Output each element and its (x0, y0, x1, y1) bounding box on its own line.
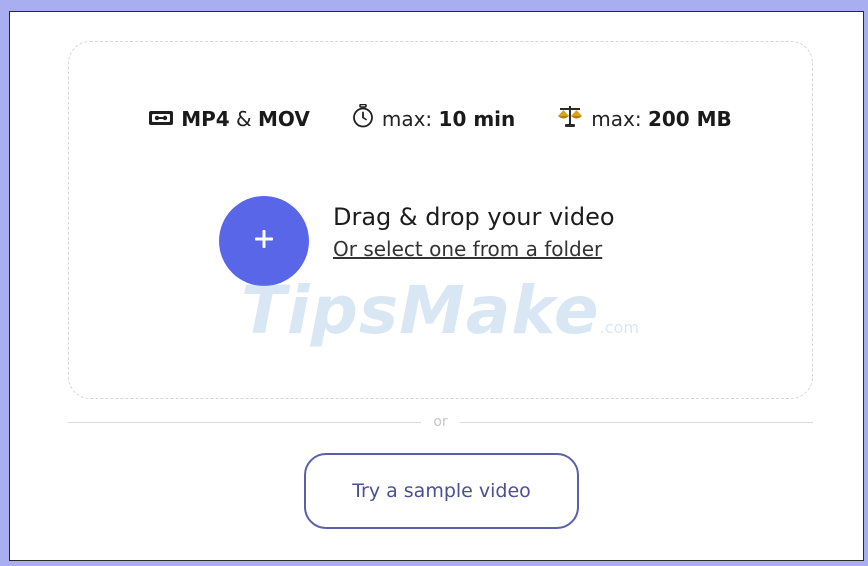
size-spec: max: 200 MB (557, 105, 732, 132)
add-video-button[interactable] (219, 196, 309, 286)
upload-panel: MP4 & MOV max: 10 min max: 200 MB Drag &… (9, 11, 864, 561)
select-from-folder-link[interactable]: Or select one from a folder (333, 237, 615, 261)
duration-value: 10 min (438, 106, 516, 131)
or-divider: or (68, 414, 814, 430)
video-cassette-icon (149, 107, 174, 131)
drag-drop-title: Drag & drop your video (333, 203, 615, 231)
duration-prefix: max: (381, 106, 433, 131)
duration-spec: max: 10 min (352, 103, 516, 133)
size-value: 200 MB (647, 106, 732, 131)
format-mp4: MP4 (181, 106, 230, 131)
plus-icon (253, 228, 275, 254)
upload-text: Drag & drop your video Or select one fro… (333, 203, 615, 261)
upload-area: Drag & drop your video Or select one fro… (219, 196, 615, 286)
format-mov: MOV (258, 106, 310, 131)
size-prefix: max: (591, 106, 642, 131)
watermark-suffix: .com (599, 318, 639, 337)
stopwatch-icon (352, 103, 374, 133)
format-amp: & (236, 106, 252, 131)
try-sample-video-button[interactable]: Try a sample video (304, 453, 579, 529)
divider-line-right (459, 422, 814, 423)
upload-specs: MP4 & MOV max: 10 min max: 200 MB (69, 103, 812, 133)
divider-or-text: or (433, 413, 448, 430)
video-dropzone[interactable]: MP4 & MOV max: 10 min max: 200 MB Drag &… (68, 41, 813, 399)
format-spec: MP4 & MOV (149, 107, 310, 131)
scales-icon (557, 105, 583, 132)
divider-line-left (68, 422, 422, 423)
